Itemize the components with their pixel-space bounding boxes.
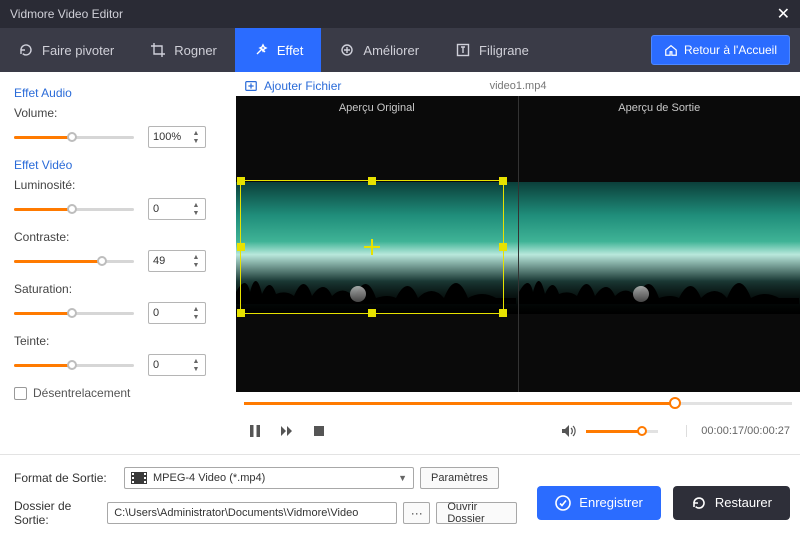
current-filename: video1.mp4 <box>490 80 547 92</box>
brightness-label: Luminosité: <box>14 178 222 192</box>
pause-button[interactable] <box>246 422 264 440</box>
contrast-spinner[interactable]: 49 ▲▼ <box>148 250 206 272</box>
preview-original-label: Aperçu Original <box>236 102 518 114</box>
timecode: 00:00:17/00:00:27 <box>686 425 790 437</box>
tab-effect[interactable]: Effet <box>235 28 322 72</box>
tab-label: Améliorer <box>363 43 419 58</box>
volume-value: 100% <box>153 131 181 143</box>
preview-output-label: Aperçu de Sortie <box>519 102 800 114</box>
settings-button[interactable]: Paramètres <box>420 467 499 489</box>
undo-icon <box>691 495 707 511</box>
output-folder-value: C:\Users\Administrator\Documents\Vidmore… <box>114 507 358 519</box>
fast-forward-button[interactable] <box>278 422 296 440</box>
close-icon[interactable]: ✕ <box>777 4 790 24</box>
preview-split: Aperçu Original Aperçu de Sortie <box>236 96 800 392</box>
preview-output: Aperçu de Sortie <box>519 96 800 392</box>
contrast-value: 49 <box>153 255 165 267</box>
open-folder-button[interactable]: Ouvrir Dossier <box>436 502 517 524</box>
title-bar: Vidmore Video Editor ✕ <box>0 0 800 28</box>
tab-label: Effet <box>277 43 304 58</box>
restore-button[interactable]: Restaurer <box>673 486 790 520</box>
volume-spinner[interactable]: 100% ▲▼ <box>148 126 206 148</box>
deinterlace-checkbox[interactable] <box>14 387 27 400</box>
output-frame <box>519 182 800 314</box>
add-file-button[interactable]: Ajouter Fichier <box>244 79 341 93</box>
chevron-down-icon: ▼ <box>398 473 407 483</box>
tab-bar: Faire pivoter Rogner Effet Améliorer Fil… <box>0 28 800 72</box>
main-area: Effet Audio Volume: 100% ▲▼ Effet Vidéo … <box>0 72 800 454</box>
hue-value: 0 <box>153 359 159 371</box>
tab-rotate[interactable]: Faire pivoter <box>0 28 132 72</box>
rotate-icon <box>18 42 34 58</box>
brightness-spinner[interactable]: 0 ▲▼ <box>148 198 206 220</box>
output-format-combo[interactable]: MPEG-4 Video (*.mp4) ▼ <box>124 467 414 489</box>
playback-timeline[interactable] <box>236 392 800 414</box>
effect-icon <box>253 42 269 58</box>
tab-label: Filigrane <box>479 43 529 58</box>
output-folder-field[interactable]: C:\Users\Administrator\Documents\Vidmore… <box>107 502 397 524</box>
tab-enhance[interactable]: Améliorer <box>321 28 437 72</box>
add-file-label: Ajouter Fichier <box>264 79 341 93</box>
stop-button[interactable] <box>310 422 328 440</box>
volume-label: Volume: <box>14 106 222 120</box>
tab-label: Faire pivoter <box>42 43 114 58</box>
saturation-label: Saturation: <box>14 282 222 296</box>
audio-effect-header: Effet Audio <box>14 86 222 100</box>
contrast-label: Contraste: <box>14 230 222 244</box>
output-format-label: Format de Sortie: <box>14 471 118 485</box>
app-title: Vidmore Video Editor <box>10 7 123 21</box>
effects-sidebar: Effet Audio Volume: 100% ▲▼ Effet Vidéo … <box>0 72 236 454</box>
brightness-slider[interactable] <box>14 202 134 216</box>
preview-pane: Ajouter Fichier video1.mp4 Aperçu Origin… <box>236 72 800 454</box>
output-format-value: MPEG-4 Video (*.mp4) <box>153 472 265 484</box>
hue-spinner[interactable]: 0 ▲▼ <box>148 354 206 376</box>
save-label: Enregistrer <box>579 495 643 510</box>
preview-original: Aperçu Original <box>236 96 519 392</box>
save-button[interactable]: Enregistrer <box>537 486 661 520</box>
check-circle-icon <box>555 495 571 511</box>
speaker-icon[interactable] <box>560 422 578 440</box>
home-button-label: Retour à l'Accueil <box>684 43 777 57</box>
crosshair-icon <box>364 239 380 255</box>
saturation-slider[interactable] <box>14 306 134 320</box>
saturation-spinner[interactable]: 0 ▲▼ <box>148 302 206 324</box>
home-button[interactable]: Retour à l'Accueil <box>651 35 790 65</box>
hue-slider[interactable] <box>14 358 134 372</box>
tab-watermark[interactable]: Filigrane <box>437 28 547 72</box>
video-effect-header: Effet Vidéo <box>14 158 222 172</box>
contrast-slider[interactable] <box>14 254 134 268</box>
restore-label: Restaurer <box>715 495 772 510</box>
saturation-value: 0 <box>153 307 159 319</box>
browse-folder-button[interactable]: ··· <box>403 502 430 524</box>
output-folder-label: Dossier de Sortie: <box>14 499 101 527</box>
deinterlace-label: Désentrelacement <box>33 386 130 400</box>
add-file-icon <box>244 79 258 93</box>
file-bar: Ajouter Fichier video1.mp4 <box>236 72 800 96</box>
tab-crop[interactable]: Rogner <box>132 28 235 72</box>
brightness-value: 0 <box>153 203 159 215</box>
playback-controls: 00:00:17/00:00:27 <box>236 414 800 448</box>
enhance-icon <box>339 42 355 58</box>
crop-icon <box>150 42 166 58</box>
tab-label: Rogner <box>174 43 217 58</box>
volume-playback-slider[interactable] <box>586 425 658 437</box>
crop-frame[interactable] <box>240 180 504 314</box>
volume-slider[interactable] <box>14 130 134 144</box>
deinterlace-row: Désentrelacement <box>14 386 222 400</box>
hue-label: Teinte: <box>14 334 222 348</box>
home-icon <box>664 43 678 57</box>
mp4-icon <box>131 472 147 484</box>
output-bar: Format de Sortie: MPEG-4 Video (*.mp4) ▼… <box>0 454 800 550</box>
watermark-icon <box>455 42 471 58</box>
